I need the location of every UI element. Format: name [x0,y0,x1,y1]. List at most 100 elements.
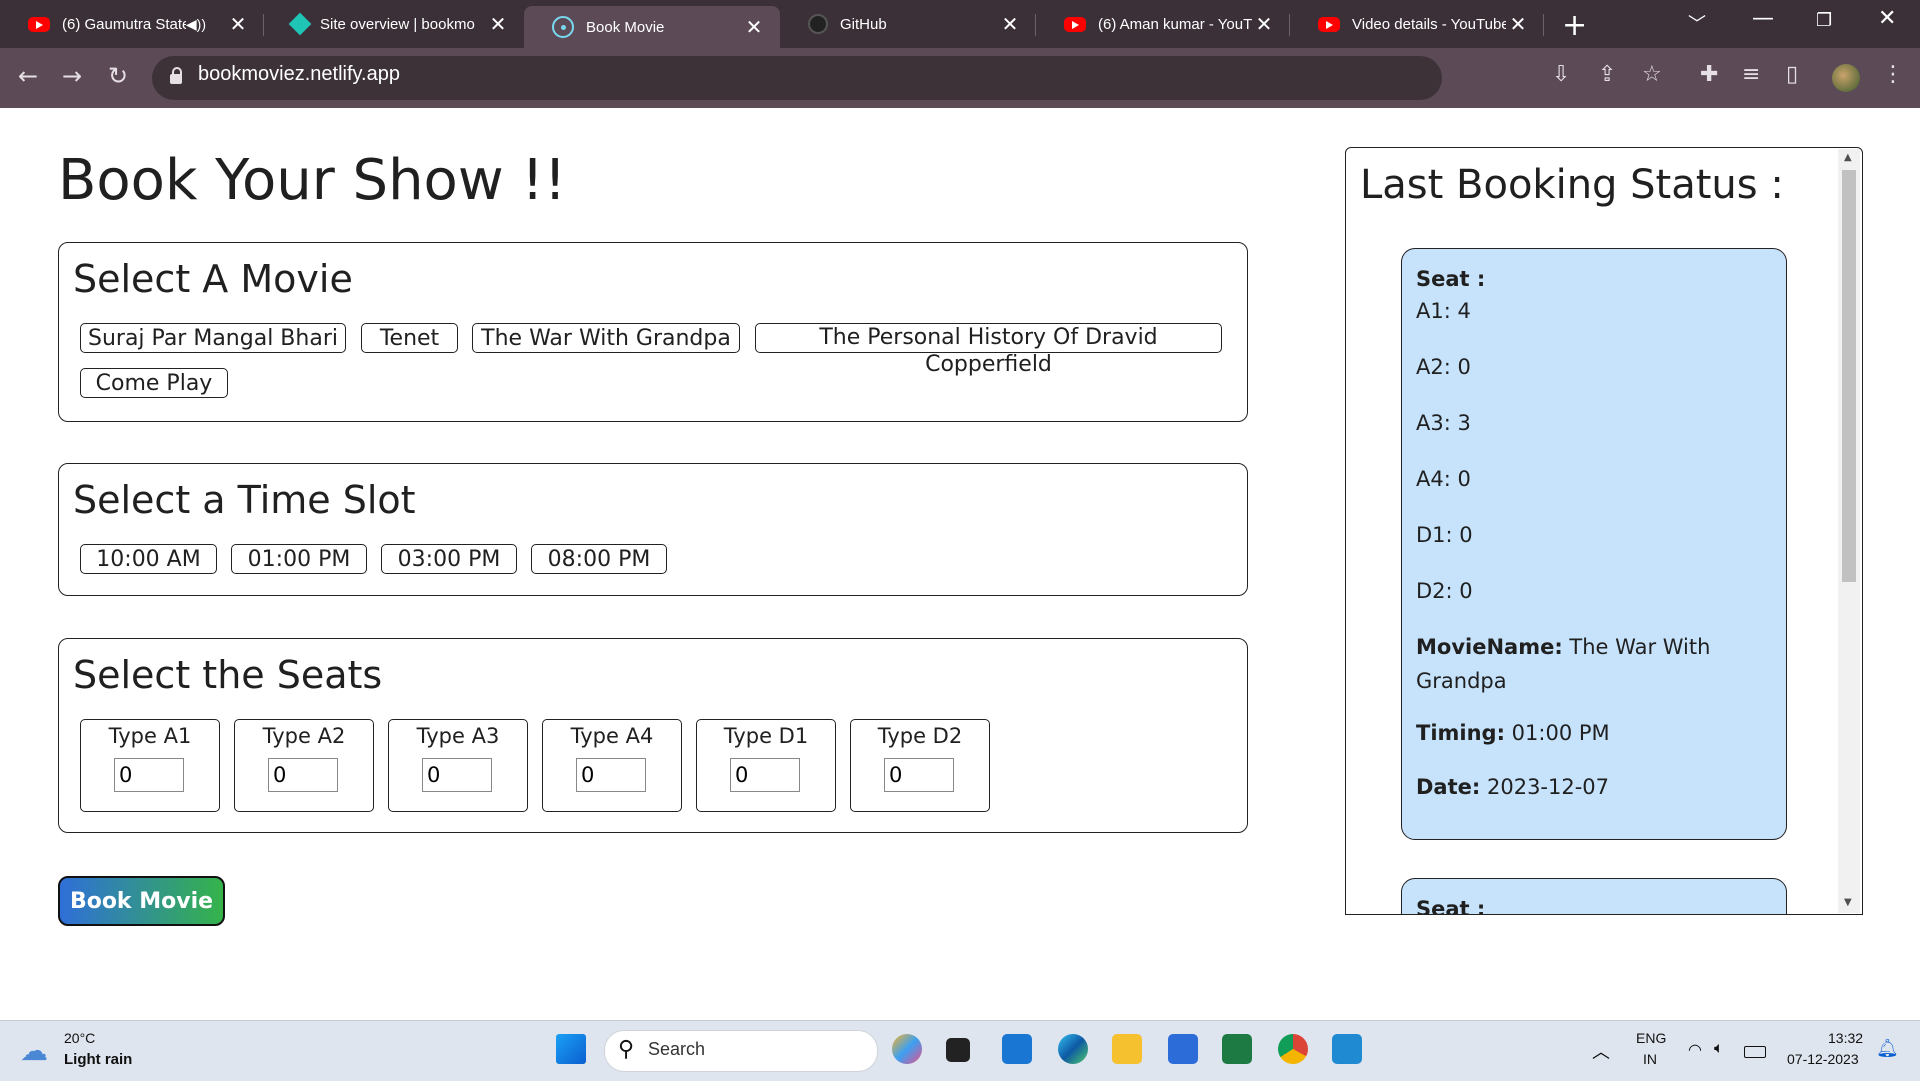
seat-type-label: Type A4 [570,724,654,748]
book-movie-button[interactable]: Book Movie [58,876,225,926]
seat-count-input-d1[interactable] [730,758,800,792]
booking-card: Seat : A1: 4 A2: 0 A3: 3 A4: 0 D1: 0 D2:… [1401,248,1787,840]
mail-icon[interactable] [1002,1034,1032,1064]
share-icon[interactable]: ⇪ [1598,62,1616,87]
seat-count: A2: 0 [1416,355,1471,379]
last-booking-status-panel[interactable]: Last Booking Status : Seat : A1: 4 A2: 0… [1345,147,1863,915]
tab-video-details[interactable]: Video details - YouTube ✕ [1290,6,1544,42]
youtube-icon [1318,16,1340,32]
tab-github[interactable]: GitHub ✕ [780,6,1036,42]
edge-icon[interactable] [1058,1034,1088,1064]
close-tab-icon[interactable]: ✕ [226,12,250,37]
seat-count-input-a3[interactable] [422,758,492,792]
volume-icon[interactable]: 🔈︎ [1714,1040,1724,1058]
seat-type-a4: Type A4 [542,719,682,812]
movie-button-tenet[interactable]: Tenet [361,323,458,353]
battery-icon[interactable] [1744,1046,1766,1058]
vscode-icon[interactable] [1332,1034,1362,1064]
language-code[interactable]: ENG [1636,1030,1666,1046]
close-tab-icon[interactable]: ✕ [998,12,1022,37]
seats-section-title: Select the Seats [73,653,383,697]
minimize-icon[interactable]: — [1752,6,1774,31]
seat-type-label: Type D1 [723,724,809,748]
youtube-icon [1064,16,1086,32]
url-text[interactable]: bookmoviez.netlify.app [198,63,400,86]
time-slot-button[interactable]: 10:00 AM [80,544,217,574]
reload-icon[interactable]: ↻ [108,62,128,90]
seat-count-input-a2[interactable] [268,758,338,792]
side-panel-icon[interactable]: ▯ [1786,62,1798,87]
seat-type-d2: Type D2 [850,719,990,812]
tab-title: Video details - YouTube [1352,15,1506,33]
taskbar-search-box[interactable] [604,1030,878,1072]
forward-icon[interactable]: → [62,62,82,90]
close-tab-icon[interactable]: ✕ [742,15,766,40]
seat-count-input-d2[interactable] [884,758,954,792]
movie-button-come-play[interactable]: Come Play [80,368,228,398]
taskbar-search-text[interactable]: Search [648,1039,705,1060]
profile-avatar[interactable] [1832,64,1860,92]
scroll-up-arrow-icon[interactable]: ▲ [1844,152,1852,163]
seat-type-a2: Type A2 [234,719,374,812]
seat-count: A1: 4 [1416,299,1471,323]
restore-icon[interactable]: ❐ [1816,10,1832,31]
speaker-icon[interactable]: ◀)) [186,16,206,33]
task-view-icon[interactable] [946,1038,970,1062]
seat-count-input-a1[interactable] [114,758,184,792]
windows-start-icon[interactable] [556,1034,586,1064]
seat-count-input-a4[interactable] [576,758,646,792]
github-icon [808,14,828,34]
tab-site-overview[interactable]: Site overview | bookmo ✕ [264,6,524,42]
close-tab-icon[interactable]: ✕ [1252,12,1276,37]
clock-date[interactable]: 07-12-2023 [1787,1051,1859,1067]
show-hidden-icons-chevron-icon[interactable]: ︿ [1592,1038,1610,1064]
chrome-icon[interactable] [1278,1034,1308,1064]
tab-title: GitHub [840,15,887,33]
movie-button-suraj-par-mangal-bhari[interactable]: Suraj Par Mangal Bhari [80,323,346,353]
youtube-icon [28,16,50,32]
timing: Timing: 01:00 PM [1416,721,1610,745]
install-app-icon[interactable]: ⇩ [1552,62,1570,87]
weather-temp[interactable]: 20°C [64,1030,95,1046]
tab-separator [1543,14,1544,36]
notification-bell-icon[interactable]: 🔔︎ [1876,1038,1899,1059]
copilot-icon[interactable] [892,1034,922,1064]
language-region[interactable]: IN [1643,1051,1657,1067]
seat-type-a1: Type A1 [80,719,220,812]
time-slot-section-title: Select a Time Slot [73,478,416,522]
movie-button-personal-history[interactable]: The Personal History Of Dravid Copperfie… [755,323,1222,377]
status-scrollbar-thumb[interactable] [1842,170,1856,582]
weather-cloud-icon[interactable]: ☁ [20,1034,48,1067]
movie-section: Select A Movie Suraj Par Mangal Bhari Te… [58,242,1248,422]
wifi-icon[interactable]: ◠ [1688,1040,1702,1060]
search-icon[interactable]: ⚲ [618,1036,634,1062]
close-tab-icon[interactable]: ✕ [1506,12,1530,37]
movie-button-the-war-with-grandpa[interactable]: The War With Grandpa [472,323,740,353]
bookmark-star-icon[interactable]: ☆ [1642,62,1662,87]
close-tab-icon[interactable]: ✕ [486,12,510,37]
time-slot-section: Select a Time Slot 10:00 AM 01:00 PM 03:… [58,463,1248,596]
new-tab-button[interactable]: + [1562,8,1587,43]
tab-aman-kumar[interactable]: (6) Aman kumar - YouTu ✕ [1036,6,1290,42]
seat-label: Seat : [1416,897,1486,915]
time-slot-button[interactable]: 08:00 PM [531,544,667,574]
weather-desc[interactable]: Light rain [64,1051,132,1068]
extensions-icon[interactable]: ✚ [1700,62,1718,87]
time-slot-button[interactable]: 03:00 PM [381,544,517,574]
menu-kebab-icon[interactable]: ⋮ [1882,62,1904,87]
react-icon [552,16,574,38]
store-icon[interactable] [1168,1034,1198,1064]
time-slot-button[interactable]: 01:00 PM [231,544,367,574]
scroll-down-arrow-icon[interactable]: ▼ [1844,897,1852,908]
close-window-icon[interactable]: ✕ [1878,6,1896,31]
back-icon[interactable]: ← [18,62,38,90]
tab-search-chevron-icon[interactable]: ﹀ [1688,10,1706,36]
lock-icon[interactable] [170,67,182,84]
media-queue-icon[interactable]: ≡ [1742,62,1760,87]
seat-label: Seat : [1416,267,1486,291]
tab-gaumutra[interactable]: (6) Gaumutra State ◀)) ✕ [0,6,264,42]
file-explorer-icon[interactable] [1112,1034,1142,1064]
clock-time[interactable]: 13:32 [1828,1030,1863,1046]
tab-book-movie[interactable]: Book Movie ✕ [524,6,780,48]
excel-icon[interactable] [1222,1034,1252,1064]
